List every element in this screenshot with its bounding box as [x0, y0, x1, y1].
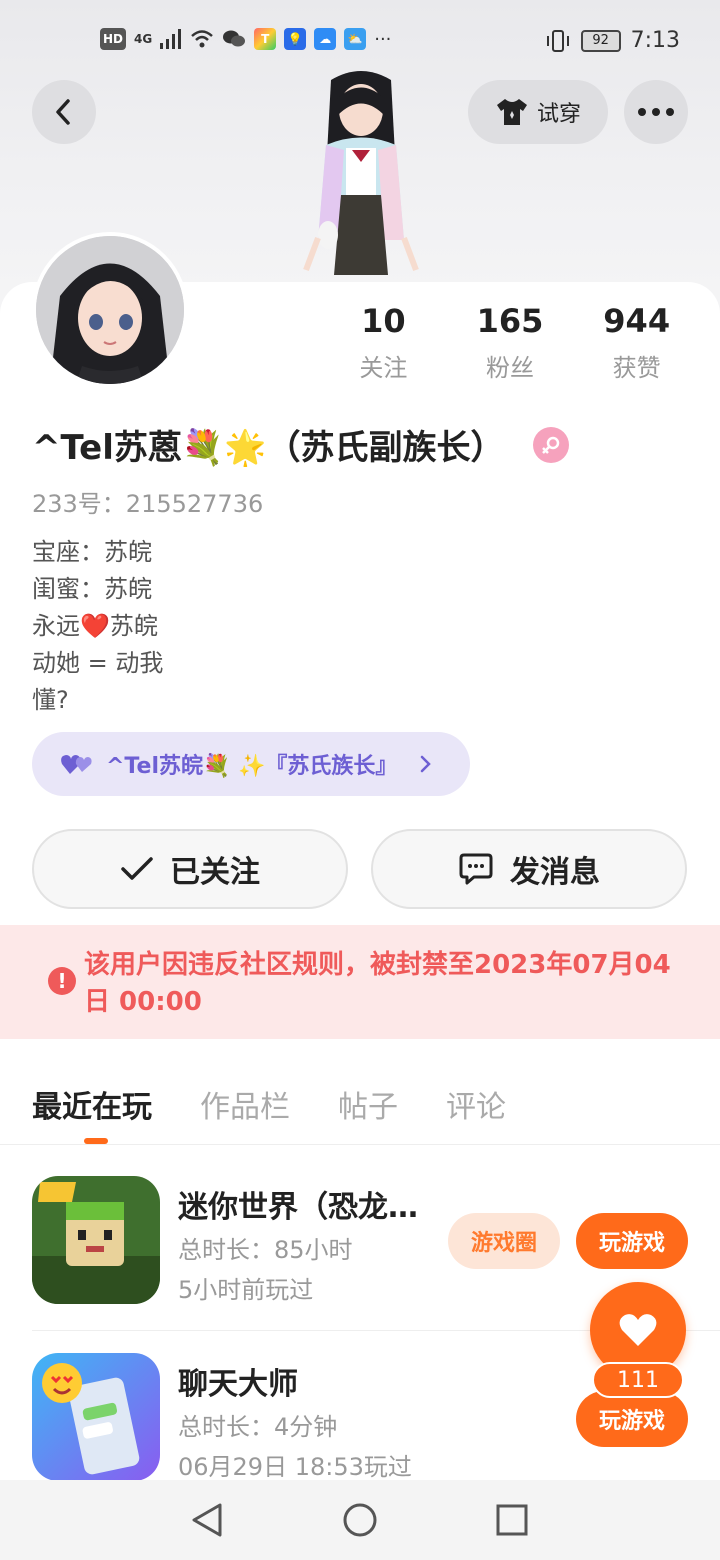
like-count: 111 — [592, 1362, 684, 1398]
status-bar: HD 4G T 💡 ☁ ⛅ ··· 92 7:13 — [0, 22, 720, 62]
status-left: HD 4G T 💡 ☁ ⛅ ··· — [100, 28, 391, 50]
nav-recents-icon[interactable] — [496, 1504, 528, 1536]
following-stat[interactable]: 10 关注 — [320, 302, 447, 383]
wifi-icon — [191, 30, 214, 48]
divider — [0, 1144, 720, 1145]
vibrate-icon — [546, 29, 569, 52]
bio-line: 闺蜜：苏皖 — [32, 575, 152, 603]
tab-recently-played[interactable]: 最近在玩 — [32, 1082, 152, 1126]
relationship-label: ^Tel苏皖💐 ✨『苏氏族长』 — [106, 754, 398, 779]
double-heart-icon — [61, 755, 92, 774]
profile-stats: 10 关注 165 粉丝 944 获赞 — [320, 302, 700, 383]
game-last-played: 06月29日 18:53玩过 — [178, 1453, 412, 1481]
bio-line: 宝座：苏皖 — [32, 538, 152, 566]
weather-icon: ⛅ — [344, 28, 367, 50]
game-icon-chat-master — [32, 1353, 160, 1481]
bio-line: 懂? — [32, 686, 69, 714]
ban-notice-text: 该用户因违反社区规则，被封禁至2023年07月04日 00:00 — [84, 950, 671, 1017]
bio: 宝座：苏皖 闺蜜：苏皖 永远❤️苏皖 动她 = 动我 懂? — [32, 534, 163, 719]
following-label: 关注 — [359, 354, 408, 382]
cloud-icon: ☁ — [314, 28, 337, 50]
profile-tabs: 最近在玩 作品栏 帖子 评论 — [32, 1082, 506, 1126]
game-duration: 总时长：4分钟 — [178, 1413, 338, 1441]
likes-label: 获赞 — [612, 354, 661, 382]
female-gender-icon — [532, 426, 569, 463]
followers-label: 粉丝 — [486, 354, 534, 382]
alert-icon: ! — [48, 967, 76, 995]
tshirt-icon — [496, 99, 527, 125]
more-dots-icon — [638, 108, 674, 116]
app-icon-1: T — [254, 28, 277, 50]
back-button[interactable] — [32, 80, 96, 144]
wechat-icon — [223, 30, 246, 47]
tab-comments[interactable]: 评论 — [446, 1082, 506, 1126]
character-figure — [303, 71, 419, 275]
followers-count: 165 — [476, 302, 544, 340]
play-game-button[interactable]: 玩游戏 — [576, 1213, 688, 1269]
try-on-label: 试穿 — [536, 102, 581, 127]
followed-label: 已关注 — [170, 855, 260, 890]
avatar-image — [36, 236, 184, 384]
status-right: 92 7:13 — [545, 28, 680, 53]
more-button[interactable] — [624, 80, 688, 144]
game-title: 聊天大师 — [178, 1367, 298, 1402]
relationship-badge[interactable]: ^Tel苏皖💐 ✨『苏氏族长』 — [32, 732, 470, 796]
heart-icon — [619, 1314, 657, 1346]
avatar[interactable] — [32, 232, 188, 388]
followed-button[interactable]: 已关注 — [32, 829, 348, 909]
send-message-button[interactable]: 发消息 — [371, 829, 687, 909]
nav-back-icon[interactable] — [190, 1502, 224, 1538]
tab-posts[interactable]: 帖子 — [338, 1082, 398, 1126]
battery-indicator: 92 — [580, 29, 621, 52]
bio-line: 动她 = 动我 — [32, 649, 164, 677]
game-icon-mini-world — [32, 1176, 160, 1304]
game-title: 迷你世界（恐龙… — [178, 1190, 418, 1225]
tab-works[interactable]: 作品栏 — [200, 1082, 290, 1126]
system-nav-bar — [0, 1480, 720, 1560]
send-message-label: 发消息 — [510, 855, 600, 890]
bio-line: 永远❤️苏皖 — [32, 612, 158, 640]
hd-indicator: HD — [100, 28, 127, 50]
game-last-played: 5小时前玩过 — [178, 1276, 314, 1304]
username-row: ^Tel苏蒽💐🌟（苏氏副族长） — [32, 420, 569, 469]
signal-icon — [160, 29, 182, 49]
game-list-item[interactable]: 聊天大师 总时长：4分钟 06月29日 18:53玩过 玩游戏 — [32, 1353, 688, 1483]
game-duration: 总时长：85小时 — [178, 1236, 353, 1264]
more-notifications-icon: ··· — [374, 28, 392, 50]
username: ^Tel苏蒽💐🌟（苏氏副族长） — [32, 428, 505, 468]
chat-bubble-icon — [459, 853, 493, 885]
followers-stat[interactable]: 165 粉丝 — [447, 302, 574, 383]
game-circle-button[interactable]: 游戏圈 — [448, 1213, 560, 1269]
game-list-item[interactable]: 迷你世界（恐龙… 总时长：85小时 5小时前玩过 游戏圈 玩游戏 — [32, 1176, 688, 1306]
likes-stat[interactable]: 944 获赞 — [573, 302, 700, 383]
following-count: 10 — [361, 302, 406, 340]
ban-notice: ! 该用户因违反社区规则，被封禁至2023年07月04日 00:00 — [0, 925, 720, 1039]
chevron-right-icon — [421, 755, 432, 773]
check-icon — [121, 857, 153, 880]
user-id: 233号：215527736 — [32, 490, 264, 518]
play-game-button[interactable]: 玩游戏 — [576, 1391, 688, 1447]
app-icon-2: 💡 — [284, 28, 307, 50]
chevron-left-icon — [56, 99, 70, 125]
try-on-button[interactable]: 试穿 — [468, 80, 608, 144]
nav-home-icon[interactable] — [342, 1502, 378, 1538]
network-type: 4G — [134, 32, 153, 46]
likes-count: 944 — [603, 302, 671, 340]
clock: 7:13 — [630, 28, 680, 53]
